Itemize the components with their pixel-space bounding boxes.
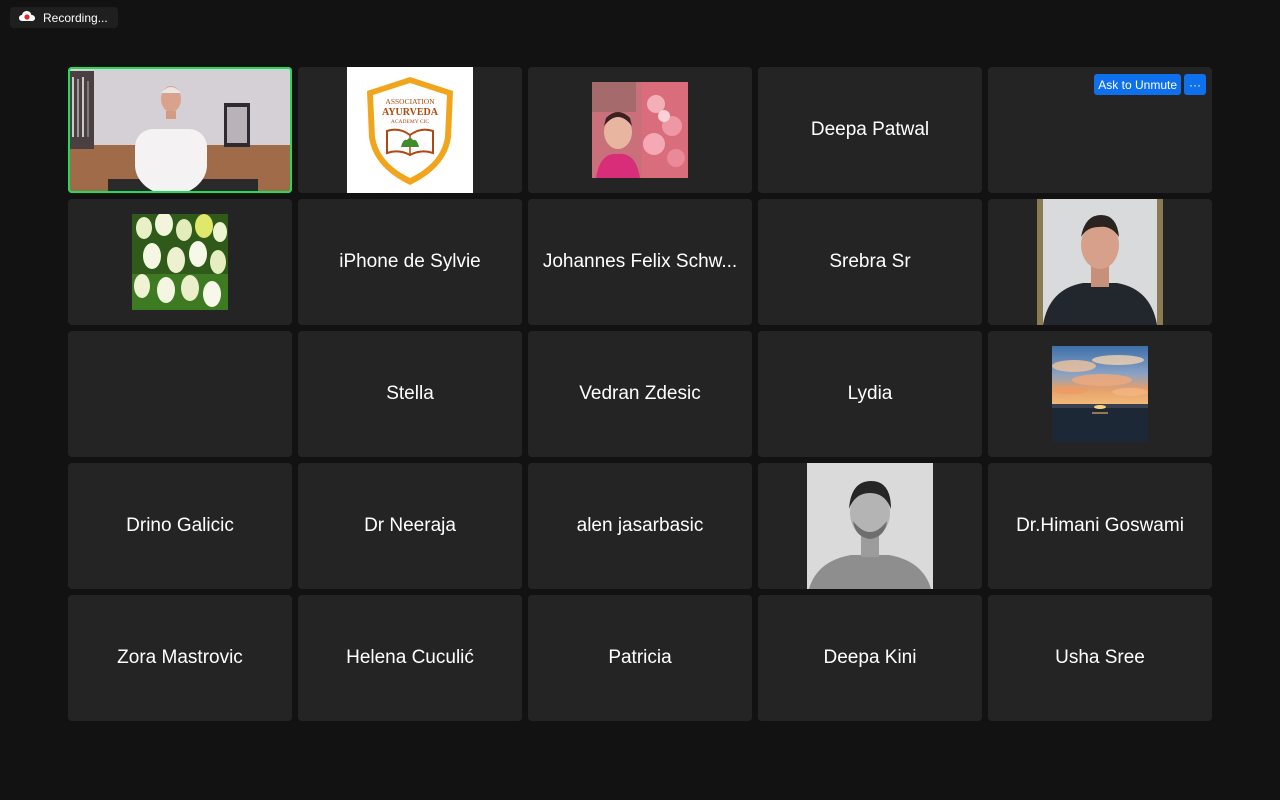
participant-name: Johannes Felix Schw...	[542, 251, 738, 272]
participant-tile[interactable]: Ask to Unmute ···	[988, 67, 1212, 193]
more-options-button[interactable]: ···	[1184, 74, 1206, 95]
participant-name: Deepa Kini	[823, 647, 917, 668]
participant-tile[interactable]	[528, 67, 752, 193]
participant-avatar-photo	[807, 463, 933, 589]
participant-tile[interactable]: alen jasarbasic	[528, 463, 752, 589]
participant-tile[interactable]	[68, 199, 292, 325]
participant-avatar-photo	[592, 82, 688, 178]
participant-tile[interactable]: ASSOCIATION AYURVEDA ACADEMY CIC	[298, 67, 522, 193]
participant-name: Zora Mastrovic	[117, 647, 243, 668]
participant-tile[interactable]: Dr.Himani Goswami	[988, 463, 1212, 589]
participant-name: Patricia	[608, 647, 672, 668]
participant-name: Stella	[386, 383, 434, 404]
participant-gallery: ASSOCIATION AYURVEDA ACADEMY CIC Deepa P…	[68, 67, 1212, 721]
participant-avatar-photo	[132, 214, 228, 310]
participant-tile[interactable]: Dr Neeraja	[298, 463, 522, 589]
participant-tile[interactable]: iPhone de Sylvie	[298, 199, 522, 325]
association-ayurveda-logo: ASSOCIATION AYURVEDA ACADEMY CIC	[347, 67, 473, 193]
svg-text:ASSOCIATION: ASSOCIATION	[385, 97, 435, 106]
participant-avatar-photo	[1037, 199, 1163, 325]
participant-name: Dr.Himani Goswami	[1016, 515, 1184, 536]
participant-tile-active-speaker[interactable]	[68, 67, 292, 193]
recording-indicator[interactable]: Recording...	[10, 7, 118, 28]
participant-avatar-photo	[1052, 346, 1148, 442]
ask-to-unmute-button[interactable]: Ask to Unmute	[1094, 74, 1181, 95]
participant-tile[interactable]: Vedran Zdesic	[528, 331, 752, 457]
participant-tile[interactable]: Lydia	[758, 331, 982, 457]
participant-name: alen jasarbasic	[576, 515, 704, 536]
participant-tile[interactable]: Zora Mastrovic	[68, 595, 292, 721]
participant-tile[interactable]: Stella	[298, 331, 522, 457]
participant-tile[interactable]: Drino Galicic	[68, 463, 292, 589]
participant-name: Lydia	[847, 383, 893, 404]
participant-tile[interactable]	[758, 463, 982, 589]
participant-tile[interactable]	[988, 331, 1212, 457]
cloud-recording-icon	[18, 10, 36, 25]
svg-text:ACADEMY CIC: ACADEMY CIC	[391, 119, 429, 125]
participant-name: Srebra Sr	[829, 251, 911, 272]
more-icon: ···	[1189, 77, 1201, 92]
participant-name: Usha Sree	[1055, 647, 1145, 668]
participant-name: Drino Galicic	[126, 515, 234, 536]
participant-tile[interactable]: Srebra Sr	[758, 199, 982, 325]
participant-tile[interactable]: Johannes Felix Schw...	[528, 199, 752, 325]
tile-actions: Ask to Unmute ···	[1094, 74, 1206, 95]
svg-text:AYURVEDA: AYURVEDA	[382, 107, 439, 118]
participant-name: Dr Neeraja	[364, 515, 456, 536]
participant-name: Deepa Patwal	[810, 119, 930, 140]
recording-label: Recording...	[43, 10, 108, 25]
participant-name: iPhone de Sylvie	[339, 251, 481, 272]
participant-tile[interactable]: Usha Sree	[988, 595, 1212, 721]
participant-name: Helena Cuculić	[346, 647, 474, 668]
participant-name: Vedran Zdesic	[579, 383, 701, 404]
participant-tile[interactable]: Patricia	[528, 595, 752, 721]
participant-tile[interactable]	[988, 199, 1212, 325]
participant-video	[68, 67, 292, 193]
participant-tile[interactable]	[68, 331, 292, 457]
participant-tile[interactable]: Helena Cuculić	[298, 595, 522, 721]
participant-tile[interactable]: Deepa Patwal	[758, 67, 982, 193]
participant-tile[interactable]: Deepa Kini	[758, 595, 982, 721]
